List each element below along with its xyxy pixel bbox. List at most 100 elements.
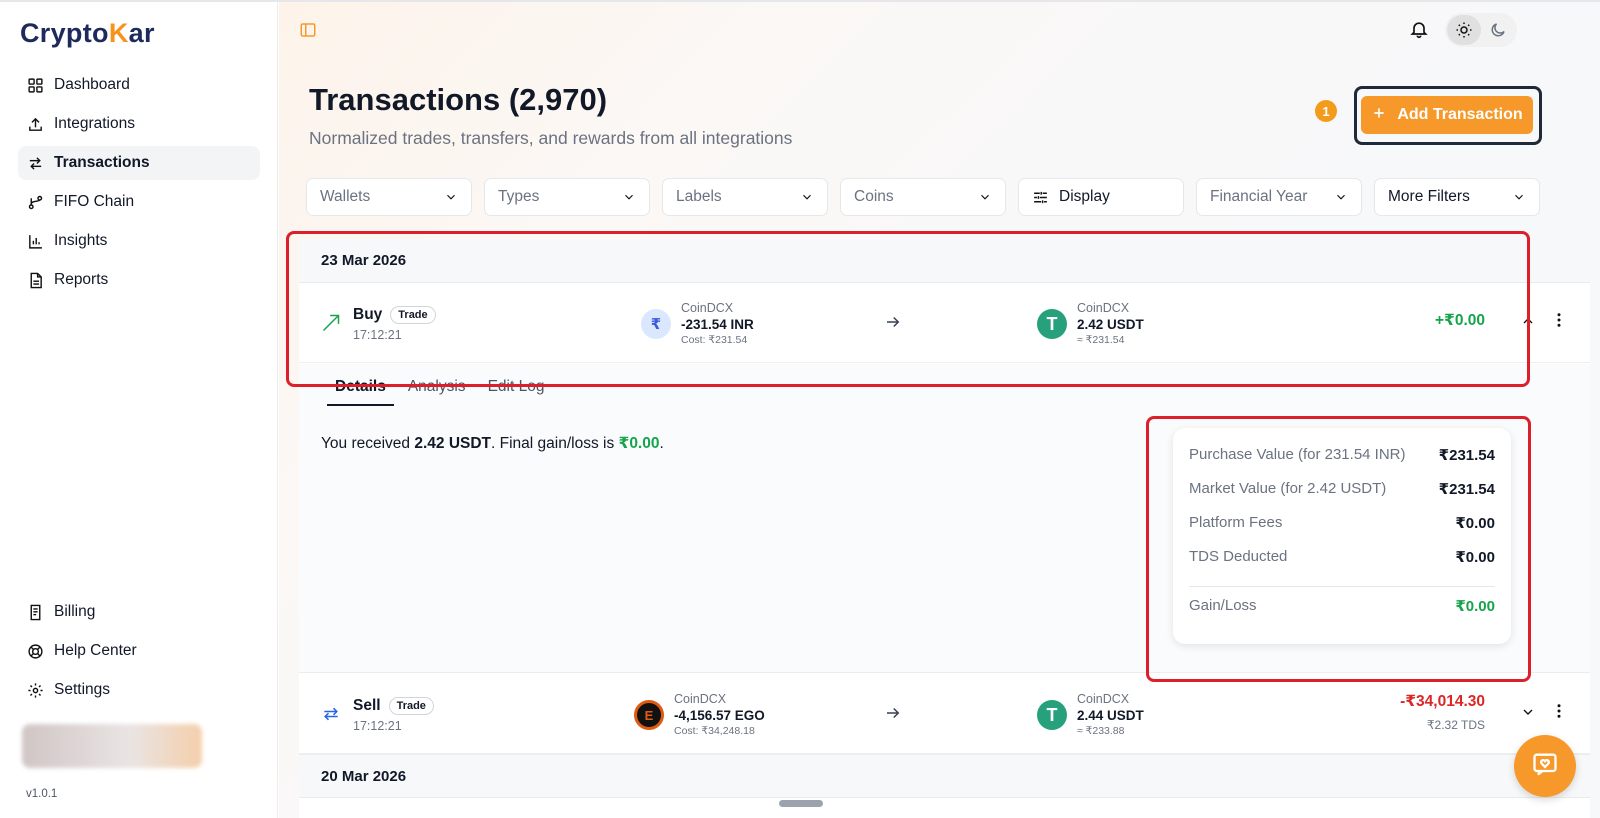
- arrow-right-icon: [884, 704, 902, 722]
- tds-deducted-row: TDS Deducted ₹0.00: [1189, 548, 1495, 582]
- summary-amount: 2.42 USDT: [414, 435, 492, 452]
- sidebar-item-label: FIFO Chain: [54, 193, 135, 210]
- transaction-type: Sell Trade: [353, 697, 434, 715]
- filter-label: Coins: [854, 188, 894, 205]
- sliders-icon: [1034, 191, 1047, 203]
- details-tabs: Details Analysis Edit Log: [327, 374, 558, 406]
- sidebar-item-label: Reports: [54, 271, 109, 288]
- receipt-icon: [26, 603, 44, 621]
- sidebar-item-label: Integrations: [54, 115, 135, 132]
- filter-labels[interactable]: Labels: [662, 178, 828, 216]
- logo-text-suffix: ar: [128, 18, 155, 48]
- transaction-list: 23 Mar 2026 Buy Trade 17:12:21 ₹ CoinDCX…: [299, 239, 1590, 818]
- usdt-coin-icon: T: [1037, 309, 1067, 339]
- date-group-header: 20 Mar 2026: [299, 754, 1590, 798]
- chevron-down-icon: [981, 194, 989, 200]
- filter-label: Display: [1059, 188, 1110, 205]
- top-bar: [279, 2, 1600, 57]
- summary-gain: ₹0.00: [618, 435, 660, 452]
- filter-wallets[interactable]: Wallets: [306, 178, 472, 216]
- transaction-row-buy[interactable]: Buy Trade 17:12:21 ₹ CoinDCX -231.54 INR…: [299, 283, 1590, 363]
- transaction-type-label: Buy: [353, 306, 383, 323]
- filter-label: More Filters: [1388, 188, 1470, 205]
- sidebar-item-reports[interactable]: Reports: [18, 263, 260, 297]
- row-value: ₹0.00: [1455, 549, 1495, 566]
- add-transaction-button[interactable]: Add Transaction: [1361, 96, 1533, 134]
- gain-loss-row: Gain/Loss ₹0.00: [1189, 597, 1495, 631]
- transaction-type-label: Sell: [353, 697, 381, 714]
- theme-switch[interactable]: [1445, 13, 1517, 47]
- sidebar: CryptoKar Dashboard Integrations Transac…: [0, 2, 278, 818]
- to-asset: T CoinDCX 2.42 USDT ≈ ₹231.54: [1037, 301, 1144, 347]
- loss-value: -₹34,014.30: [1400, 693, 1485, 710]
- sidebar-item-transactions[interactable]: Transactions: [18, 146, 260, 180]
- sidebar-item-integrations[interactable]: Integrations: [18, 107, 260, 141]
- bell-icon[interactable]: [1409, 19, 1429, 39]
- user-profile-card[interactable]: [22, 724, 202, 768]
- chevron-down-icon: [1515, 194, 1523, 200]
- sidebar-item-billing[interactable]: Billing: [18, 595, 260, 629]
- sidebar-toggle-icon[interactable]: [299, 21, 317, 39]
- sidebar-item-label: Billing: [54, 603, 96, 620]
- transaction-row-sell[interactable]: Sell Trade 17:12:21 E CoinDCX -4,156.57 …: [299, 674, 1590, 754]
- bar-chart-icon: [26, 232, 44, 250]
- filter-financial-year[interactable]: Financial Year: [1196, 178, 1362, 216]
- to-value: ≈ ₹231.54: [1077, 334, 1125, 346]
- sidebar-item-settings[interactable]: Settings: [18, 673, 260, 707]
- from-amount: -231.54 INR: [681, 317, 754, 332]
- moon-icon[interactable]: [1481, 15, 1515, 45]
- tab-details[interactable]: Details: [327, 374, 394, 406]
- swap-icon: [26, 154, 44, 172]
- row-value: ₹0.00: [1455, 515, 1495, 532]
- page-title: Transactions (2,970): [309, 82, 608, 117]
- arrow-right-icon: [884, 313, 902, 331]
- sidebar-item-label: Insights: [54, 232, 108, 249]
- from-asset: E CoinDCX -4,156.57 EGO Cost: ₹34,248.18: [634, 692, 765, 738]
- from-exchange: CoinDCX: [674, 692, 727, 706]
- display-button[interactable]: Display: [1018, 178, 1184, 216]
- logo-text-k: K: [108, 18, 129, 48]
- sidebar-item-help-center[interactable]: Help Center: [18, 634, 260, 668]
- add-transaction-label: Add Transaction: [1397, 106, 1523, 123]
- rupee-coin-icon: ₹: [641, 309, 671, 339]
- chat-support-button[interactable]: [1514, 735, 1576, 797]
- divider: [1189, 586, 1495, 587]
- tab-analysis[interactable]: Analysis: [400, 374, 474, 406]
- page-subtitle: Normalized trades, transfers, and reward…: [309, 128, 793, 148]
- more-vertical-icon[interactable]: [1550, 311, 1568, 329]
- from-cost: Cost: ₹34,248.18: [674, 725, 755, 737]
- to-exchange: CoinDCX: [1077, 301, 1130, 315]
- to-amount: 2.42 USDT: [1077, 317, 1144, 332]
- scroll-handle[interactable]: [779, 800, 823, 807]
- chevron-down-icon[interactable]: [1520, 704, 1536, 720]
- purchase-value-row: Purchase Value (for 231.54 INR) ₹231.54: [1189, 446, 1495, 480]
- from-exchange: CoinDCX: [681, 301, 734, 315]
- chevron-down-icon: [803, 194, 811, 200]
- row-value: ₹231.54: [1438, 447, 1495, 464]
- sidebar-item-insights[interactable]: Insights: [18, 224, 260, 258]
- row-label: Market Value (for 2.42 USDT): [1189, 480, 1387, 497]
- sun-icon[interactable]: [1447, 15, 1481, 45]
- more-vertical-icon[interactable]: [1550, 702, 1568, 720]
- document-icon: [26, 271, 44, 289]
- row-value: ₹231.54: [1438, 481, 1495, 498]
- filter-more-filters[interactable]: More Filters: [1374, 178, 1540, 216]
- bottom-nav: Billing Help Center Settings: [18, 595, 260, 712]
- trade-tag: Trade: [388, 697, 434, 715]
- filter-coins[interactable]: Coins: [840, 178, 1006, 216]
- value-breakdown-card: Purchase Value (for 231.54 INR) ₹231.54 …: [1173, 428, 1511, 644]
- sidebar-item-fifo-chain[interactable]: FIFO Chain: [18, 185, 260, 219]
- row-label: Purchase Value (for 231.54 INR): [1189, 446, 1406, 463]
- filter-types[interactable]: Types: [484, 178, 650, 216]
- tab-edit-log[interactable]: Edit Log: [480, 374, 553, 406]
- transaction-details-panel: Details Analysis Edit Log You received 2…: [299, 364, 1590, 673]
- from-asset: ₹ CoinDCX -231.54 INR Cost: ₹231.54: [641, 301, 754, 347]
- grid-icon: [26, 76, 44, 94]
- usdt-coin-icon: T: [1037, 700, 1067, 730]
- chevron-up-icon[interactable]: [1520, 313, 1536, 329]
- transaction-type: Buy Trade: [353, 306, 436, 324]
- logo[interactable]: CryptoKar: [20, 18, 155, 49]
- from-amount: -4,156.57 EGO: [674, 708, 765, 723]
- sidebar-item-dashboard[interactable]: Dashboard: [18, 68, 260, 102]
- tds-value: ₹2.32 TDS: [1426, 718, 1485, 732]
